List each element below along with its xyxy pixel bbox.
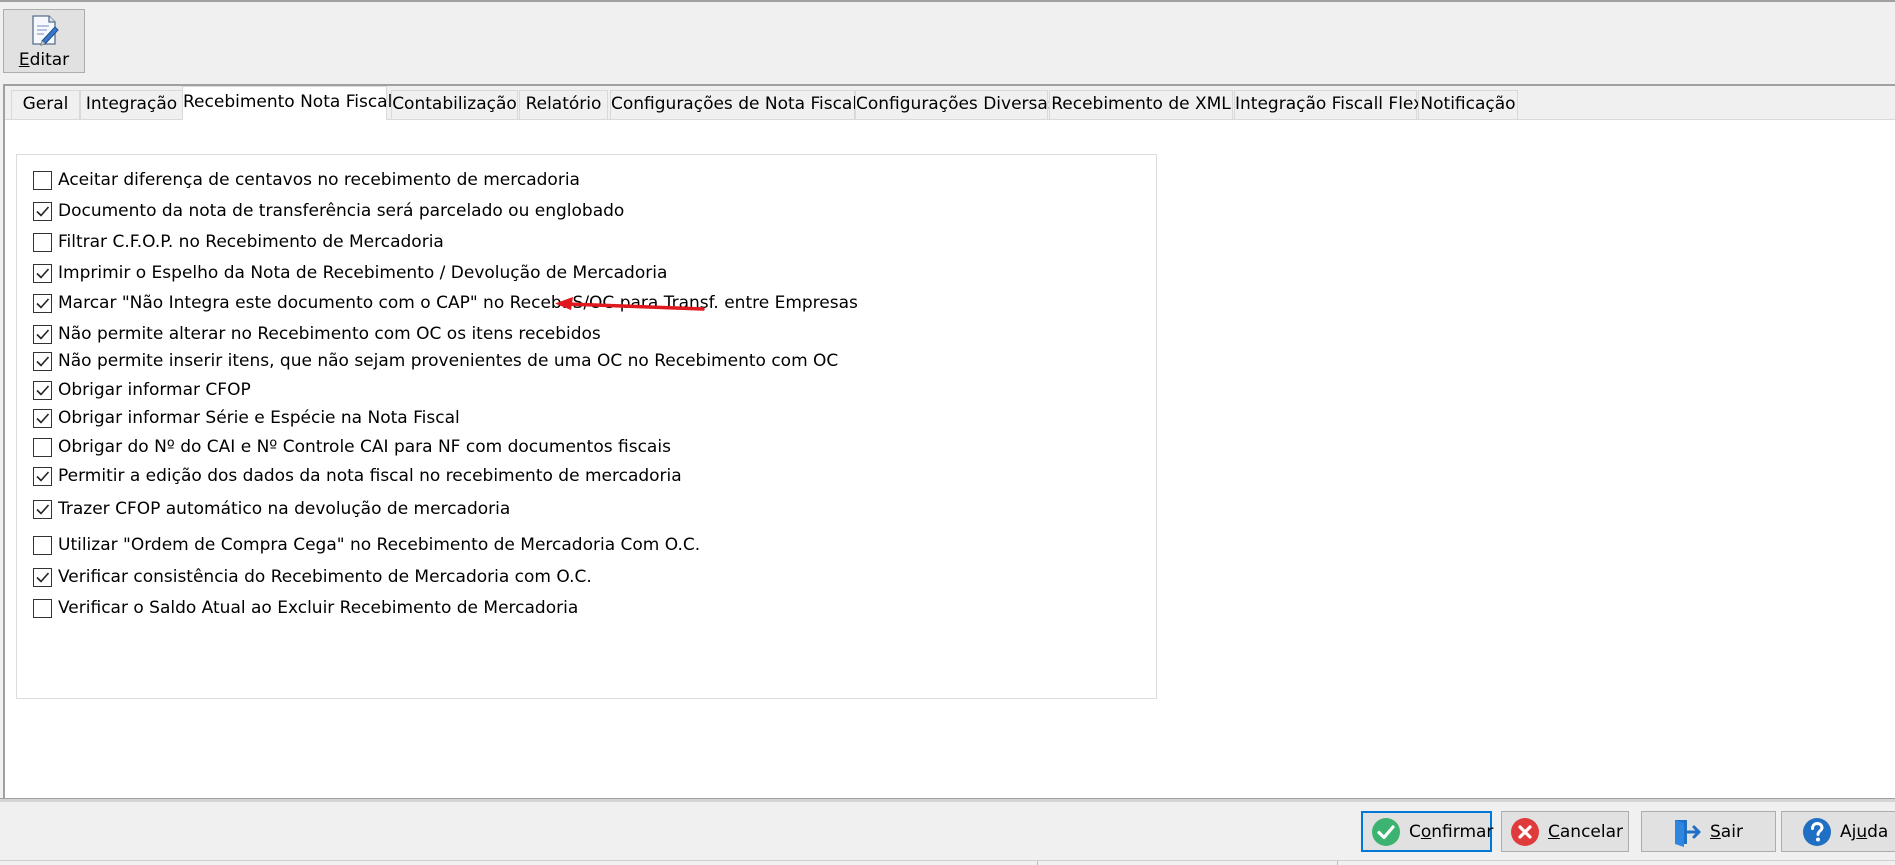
tab-content: Aceitar diferença de centavos no recebim… — [5, 119, 1895, 800]
annotation-arrow — [555, 297, 705, 311]
confirm-label: Confirmar — [1409, 821, 1494, 842]
option-label: Não permite alterar no Recebimento com O… — [58, 324, 601, 344]
toolbar: Editar — [0, 2, 1895, 84]
option-row[interactable]: Documento da nota de transferência será … — [33, 200, 624, 222]
checkbox[interactable] — [33, 324, 52, 344]
option-label: Obrigar informar Série e Espécie na Nota… — [58, 408, 460, 428]
checkbox[interactable] — [33, 232, 52, 252]
options-group: Aceitar diferença de centavos no recebim… — [16, 154, 1157, 699]
main-panel: Geral Integração Recebimento Nota Fiscal Co… — [3, 84, 1895, 800]
help-button[interactable]: Ajuda — [1781, 811, 1895, 852]
exit-door-icon — [1672, 817, 1702, 847]
option-row[interactable]: Obrigar informar Série e Espécie na Nota… — [33, 407, 460, 429]
check-circle-icon — [1371, 817, 1401, 847]
option-label: Documento da nota de transferência será … — [58, 201, 625, 221]
cancel-label: Cancelar — [1548, 821, 1624, 842]
status-divider — [1037, 861, 1038, 865]
option-label: Obrigar do Nº do CAI e Nº Controle CAI p… — [58, 437, 671, 457]
x-circle-icon — [1510, 817, 1540, 847]
tab-9[interactable]: Integração Fiscall Flex — [1234, 90, 1423, 119]
option-label: Trazer CFOP automático na devolução de m… — [58, 499, 511, 519]
option-row[interactable]: Não permite inserir itens, que não sejam… — [33, 350, 838, 372]
checkbox[interactable] — [33, 437, 52, 457]
option-row[interactable]: Trazer CFOP automático na devolução de m… — [33, 498, 510, 520]
help-label: Ajuda — [1840, 821, 1889, 842]
tab-5[interactable]: Relatório — [519, 90, 608, 119]
tab-8[interactable]: Recebimento de XML — [1049, 90, 1233, 119]
option-label: Verificar consistência do Recebimento de… — [58, 567, 592, 587]
option-label: Obrigar informar CFOP — [58, 380, 251, 400]
checkbox[interactable] — [33, 351, 52, 371]
option-label: Imprimir o Espelho da Nota de Recebiment… — [58, 263, 668, 283]
option-label: Permitir a edição dos dados da nota fisc… — [58, 466, 682, 486]
exit-label: Sair — [1710, 821, 1743, 842]
option-label: Utilizar "Ordem de Compra Cega" no Receb… — [58, 535, 701, 555]
button-bar: Confirmar Cancelar Sair Ajuda — [0, 802, 1895, 860]
option-row[interactable]: Aceitar diferença de centavos no recebim… — [33, 169, 580, 191]
checkbox[interactable] — [33, 293, 52, 313]
option-row[interactable]: Utilizar "Ordem de Compra Cega" no Receb… — [33, 534, 700, 556]
option-row[interactable]: Não permite alterar no Recebimento com O… — [33, 323, 601, 345]
checkbox[interactable] — [33, 535, 52, 555]
tab-2[interactable]: Integração — [80, 90, 183, 119]
exit-button[interactable]: Sair — [1641, 811, 1776, 852]
checkbox[interactable] — [33, 408, 52, 428]
tab-4[interactable]: Contabilização — [391, 90, 518, 119]
checkbox[interactable] — [33, 567, 52, 587]
confirm-button[interactable]: Confirmar — [1361, 811, 1494, 852]
option-row[interactable]: Permitir a edição dos dados da nota fisc… — [33, 465, 682, 487]
edit-label: Editar — [18, 50, 70, 70]
status-divider — [1337, 861, 1338, 865]
option-row[interactable]: Marcar "Não Integra este documento com o… — [33, 292, 858, 314]
option-row[interactable]: Imprimir o Espelho da Nota de Recebiment… — [33, 262, 667, 284]
checkbox[interactable] — [33, 598, 52, 618]
checkbox[interactable] — [33, 201, 52, 221]
option-label: Verificar o Saldo Atual ao Excluir Receb… — [58, 598, 579, 618]
edit-document-icon — [30, 14, 60, 46]
checkbox[interactable] — [33, 499, 52, 519]
option-label: Aceitar diferença de centavos no recebim… — [58, 170, 580, 190]
tab-strip: Geral Integração Recebimento Nota Fiscal Co… — [5, 86, 1895, 120]
option-row[interactable]: Obrigar do Nº do CAI e Nº Controle CAI p… — [33, 436, 671, 458]
cancel-button[interactable]: Cancelar — [1501, 811, 1629, 852]
option-label: Não permite inserir itens, que não sejam… — [58, 351, 839, 371]
checkbox[interactable] — [33, 170, 52, 190]
tab-6[interactable]: Configurações de Nota Fiscal — [610, 90, 857, 119]
option-label: Marcar "Não Integra este documento com o… — [58, 293, 858, 313]
tab-1[interactable]: Geral — [11, 90, 80, 119]
tab-7[interactable]: Configurações Diversas — [855, 90, 1057, 119]
checkbox[interactable] — [33, 466, 52, 486]
tab-10[interactable]: Notificação — [1418, 90, 1518, 119]
settings-window: Editar Geral Integração Recebimento Nota F… — [0, 0, 1895, 865]
edit-button[interactable]: Editar — [3, 9, 85, 73]
status-bar — [0, 860, 1895, 865]
checkbox[interactable] — [33, 263, 52, 283]
question-circle-icon — [1802, 817, 1832, 847]
option-label: Filtrar C.F.O.P. no Recebimento de Merca… — [58, 232, 444, 252]
option-row[interactable]: Filtrar C.F.O.P. no Recebimento de Merca… — [33, 231, 444, 253]
option-row[interactable]: Obrigar informar CFOP — [33, 379, 251, 401]
option-row[interactable]: Verificar o Saldo Atual ao Excluir Receb… — [33, 597, 578, 619]
checkbox[interactable] — [33, 380, 52, 400]
tab-3[interactable]: Recebimento Nota Fiscal — [182, 86, 392, 120]
option-row[interactable]: Verificar consistência do Recebimento de… — [33, 566, 592, 588]
